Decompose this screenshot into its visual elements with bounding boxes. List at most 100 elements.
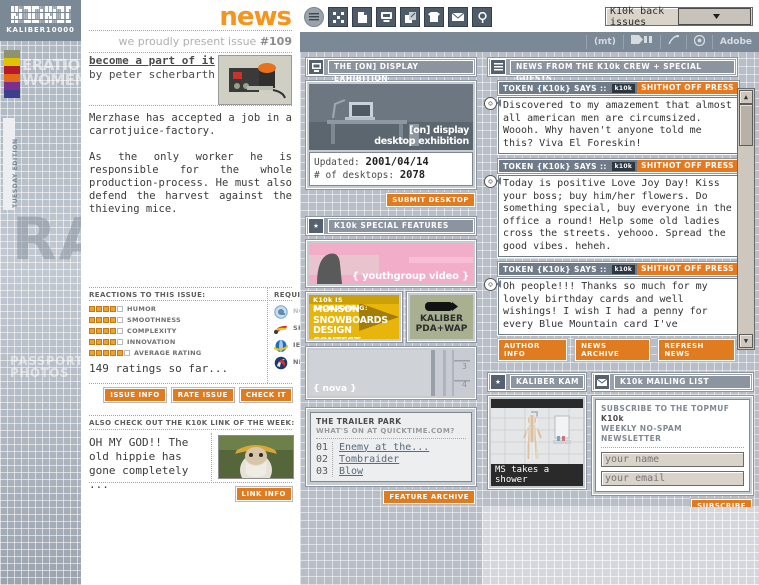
left-sidebar: KALIBER10000 TUESDAY EDITION ERATIONS WO… [0, 0, 81, 585]
news-item: TOKEN {K10k} SAYS ::k10kSHITHOT OFF PRES… [498, 159, 739, 257]
fireworks-icon[interactable] [660, 35, 686, 49]
trailer-park-subtitle: WHAT'S ON AT QUICKTIME.COM? [316, 427, 466, 435]
scroll-down-arrow[interactable]: ▼ [739, 334, 753, 348]
rating-square [103, 306, 109, 312]
link-info-button[interactable]: LINK INFO [236, 487, 292, 501]
menu-icon[interactable] [304, 7, 324, 27]
quote-arrow-icon [496, 280, 501, 288]
color-swatch [4, 74, 20, 82]
monitor-icon[interactable] [376, 7, 396, 27]
trailer-row-link[interactable]: Enemy at the... [333, 442, 429, 453]
rating-square [117, 317, 123, 323]
email-input[interactable] [601, 471, 744, 486]
issue-number: #109 [260, 35, 292, 48]
site-logo[interactable]: KALIBER10000 [0, 0, 81, 41]
rating-label: COMPLEXITY [127, 327, 177, 335]
trailer-row-number: 03 [316, 466, 332, 477]
k10k-page: KALIBER10000 TUESDAY EDITION ERATIONS WO… [0, 0, 759, 585]
copy-icon[interactable] [400, 7, 420, 27]
divider [211, 433, 212, 481]
monson-lines: MONSON SNOWBOARDS DESIGN CONTEST [313, 305, 399, 339]
news-item-text: Oh people!!! Thanks so much for my lovel… [498, 278, 739, 335]
ratings-list: HUMORSMOOTHNESSCOMPLEXITYINNOVATIONAVERA… [89, 304, 264, 359]
trailer-button-row: FEATURE ARCHIVE [300, 490, 475, 504]
color-swatch [4, 66, 20, 74]
scroll-up-arrow[interactable]: ▲ [739, 90, 753, 104]
sponsor-adobe[interactable]: Adobe [712, 35, 759, 49]
page-icon[interactable] [352, 7, 372, 27]
article-thumbnail [218, 55, 292, 105]
trailer-row-link[interactable]: Tombraider [333, 454, 399, 465]
rating-square [110, 339, 116, 345]
scrollbar-thumb[interactable] [739, 104, 753, 146]
link-of-week-heading: ALSO CHECK OUT THE K10K LINK OF THE WEEK… [89, 419, 295, 427]
rating-square [89, 328, 95, 334]
rating-square [117, 328, 123, 334]
news-archive-button[interactable]: NEWS ARCHIVE [575, 339, 650, 361]
mailing-blurb-brand: K10k [601, 414, 624, 423]
tshirt-icon[interactable] [424, 7, 444, 27]
exhibition-image[interactable]: [on] display desktop exhibition [309, 84, 473, 150]
rate-issue-button[interactable]: RATE ISSUE [172, 388, 234, 402]
kam-panel-header: ★ KALIBER KAM [488, 373, 586, 391]
news-button-row: AUTHOR INFO NEWS ARCHIVE REFRESH NEWS [498, 339, 735, 361]
media-icon[interactable] [623, 35, 660, 49]
refresh-news-button[interactable]: REFRESH NEWS [658, 339, 735, 361]
issue-line-prefix: we proudly present issue [118, 35, 259, 48]
grid-icon[interactable] [328, 7, 348, 27]
issue-info-button[interactable]: ISSUE INFO [104, 388, 165, 402]
nova-caption: { nova } [313, 384, 357, 394]
rating-square [103, 339, 109, 345]
exhibition-meta: Updated: 2001/04/14 # of desktops: 2078 [309, 152, 473, 186]
divider [89, 52, 292, 53]
article-paragraph: As the only worker he is responsible for… [89, 151, 292, 216]
trailer-row-link[interactable]: Blow [333, 466, 363, 477]
right-column: NEWS FROM THE K10k CREW + SPECIAL GUESTS… [482, 52, 759, 507]
kaliber-kam-column: ★ KALIBER KAM [482, 373, 586, 513]
back-issues-value: K10k back issues [606, 6, 678, 28]
nova-banner[interactable]: { nova } 3 4 [306, 347, 476, 399]
list-icon [490, 59, 506, 75]
link-info-row: LINK INFO [89, 487, 292, 501]
back-issues-select[interactable]: K10k back issues [605, 7, 753, 26]
divider [89, 415, 292, 416]
mailing-blurb-line-2: WEEKLY NO-SPAM NEWSLETTER [601, 424, 744, 444]
rating-square [117, 350, 123, 356]
kaliber-pda-banner[interactable]: KALIBER PDA+WAP [407, 292, 476, 342]
mail-icon[interactable] [448, 7, 468, 27]
color-swatches [4, 50, 20, 98]
monson-line-3: DESIGN CONTEST [313, 326, 399, 339]
news-item: TOKEN {K10k} SAYS ::k10kSHITHOT OFF PRES… [498, 262, 739, 335]
divider [89, 105, 292, 106]
sponsor-mt[interactable]: (mt) [586, 35, 623, 49]
monson-sponsor-banner[interactable]: K10k IS SPONSORING: MONSON SNOWBOARDS DE… [306, 292, 402, 342]
news-item-text: Discovered to my amazement that almost a… [498, 97, 739, 154]
feature-archive-button[interactable]: FEATURE ARCHIVE [383, 490, 475, 504]
kam-card[interactable]: MS takes a shower [488, 396, 586, 489]
rating-square [110, 350, 116, 356]
rating-row: COMPLEXITY [89, 326, 264, 335]
search-icon[interactable] [472, 7, 492, 27]
page-title: news [219, 2, 291, 32]
article-title[interactable]: become a part of it [89, 55, 217, 67]
name-input[interactable] [601, 452, 744, 467]
check-it-button[interactable]: CHECK IT [240, 388, 292, 402]
news-item: TOKEN {K10k} SAYS ::k10kSHITHOT OFF PRES… [498, 81, 739, 154]
kaliber-pda-art: KALIBER PDA+WAP [410, 295, 473, 339]
news-scrollbar[interactable]: ▲ ▼ [737, 88, 755, 350]
kaliber-pda-text: KALIBER PDA+WAP [416, 314, 468, 334]
rating-row: INNOVATION [89, 337, 264, 346]
submit-desktop-button[interactable]: SUBMIT DESKTOP [386, 193, 475, 207]
feature-banner-row: K10k IS SPONSORING: MONSON SNOWBOARDS DE… [306, 292, 476, 342]
feature-banner-pink[interactable]: { youthgroup video } [306, 240, 476, 287]
article-header: become a part of it by peter scherbarth [89, 55, 292, 81]
author-info-button[interactable]: AUTHOR INFO [498, 339, 567, 361]
issue-line: we proudly present issue #109 [89, 35, 292, 48]
nova-banner-art: { nova } 3 4 [309, 350, 473, 396]
monson-line-1: MONSON [313, 305, 399, 316]
star-icon: ★ [308, 218, 324, 234]
top-navigation-bar: K10k back issues [300, 0, 759, 32]
chevron-down-icon[interactable] [678, 8, 752, 25]
youthgroup-video-banner[interactable]: { youthgroup video } [309, 243, 473, 284]
target-icon[interactable] [686, 35, 712, 49]
